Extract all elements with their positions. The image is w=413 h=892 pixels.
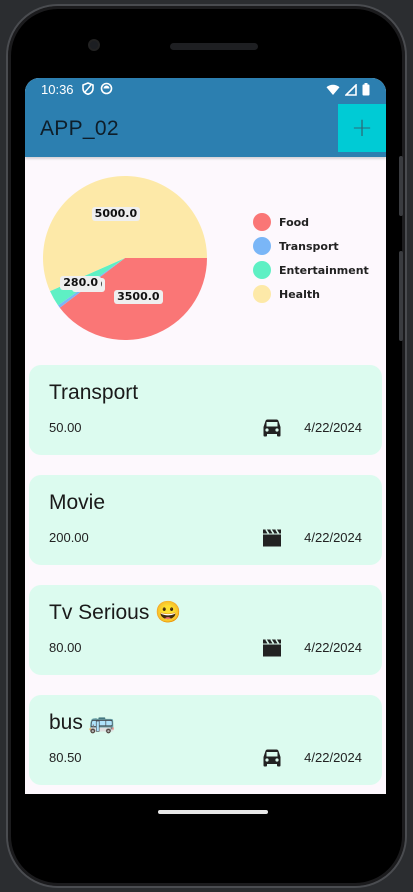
movie-icon xyxy=(261,638,283,658)
legend-item-transport: Transport xyxy=(253,234,369,258)
expense-card[interactable]: Tv Serious 😀 80.00 4/22/2024 xyxy=(29,585,382,675)
battery-icon xyxy=(362,83,370,96)
expense-title: Transport xyxy=(49,381,139,404)
legend-swatch xyxy=(253,213,271,231)
sync-icon xyxy=(100,82,113,98)
speaker xyxy=(170,43,258,50)
expense-date: 4/22/2024 xyxy=(304,640,362,655)
status-bar: 10:36 xyxy=(25,78,386,101)
legend-item-health: Health xyxy=(253,282,369,306)
legend-label: Transport xyxy=(279,239,339,253)
movie-icon xyxy=(261,528,283,548)
legend-label: Food xyxy=(279,215,310,229)
legend-label: Entertainment xyxy=(279,263,369,277)
pie-label-entertainment: 280.0 xyxy=(60,276,102,291)
power-button xyxy=(399,156,403,216)
expense-card[interactable]: Movie 200.00 4/22/2024 xyxy=(29,475,382,565)
shield-icon xyxy=(81,81,94,98)
screen: 10:36 APP_02 + 3500.050.0280.05000.0 Foo… xyxy=(25,78,386,794)
expense-card[interactable]: bus 🚌 80.50 4/22/2024 xyxy=(29,695,382,785)
wifi-icon xyxy=(326,84,340,95)
expense-amount: 80.00 xyxy=(49,640,82,655)
expense-title: Movie xyxy=(49,491,106,514)
pie-label-health: 5000.0 xyxy=(91,206,141,221)
legend-swatch xyxy=(253,237,271,255)
home-indicator[interactable] xyxy=(158,810,268,814)
expense-amount: 200.00 xyxy=(49,530,89,545)
status-time: 10:36 xyxy=(41,82,74,97)
legend-label: Health xyxy=(279,287,320,301)
expense-amount: 50.00 xyxy=(49,420,82,435)
expense-card[interactable]: Transport 50.00 4/22/2024 xyxy=(29,365,382,455)
car-icon xyxy=(261,748,283,768)
expense-pie-chart: 3500.050.0280.05000.0 FoodTransportEnter… xyxy=(25,157,386,362)
expense-title: bus 🚌 xyxy=(49,711,115,734)
signal-icon xyxy=(345,83,357,96)
legend-item-food: Food xyxy=(253,210,369,234)
expense-date: 4/22/2024 xyxy=(304,530,362,545)
volume-button xyxy=(399,251,403,341)
app-bar: APP_02 + xyxy=(25,101,386,157)
legend-item-entertainment: Entertainment xyxy=(253,258,369,282)
camera xyxy=(88,39,100,51)
chart-legend: Food Transport Entertainment Health xyxy=(253,210,369,306)
pie-svg xyxy=(43,176,207,340)
pie-label-food: 3500.0 xyxy=(114,289,163,304)
expense-amount: 80.50 xyxy=(49,750,82,765)
expense-title: Tv Serious 😀 xyxy=(49,601,182,624)
add-expense-button[interactable]: + xyxy=(338,104,386,152)
expense-date: 4/22/2024 xyxy=(304,750,362,765)
app-title: APP_02 xyxy=(40,117,119,140)
legend-swatch xyxy=(253,285,271,303)
legend-swatch xyxy=(253,261,271,279)
status-icons xyxy=(326,83,370,96)
car-icon xyxy=(261,418,283,438)
expense-date: 4/22/2024 xyxy=(304,420,362,435)
